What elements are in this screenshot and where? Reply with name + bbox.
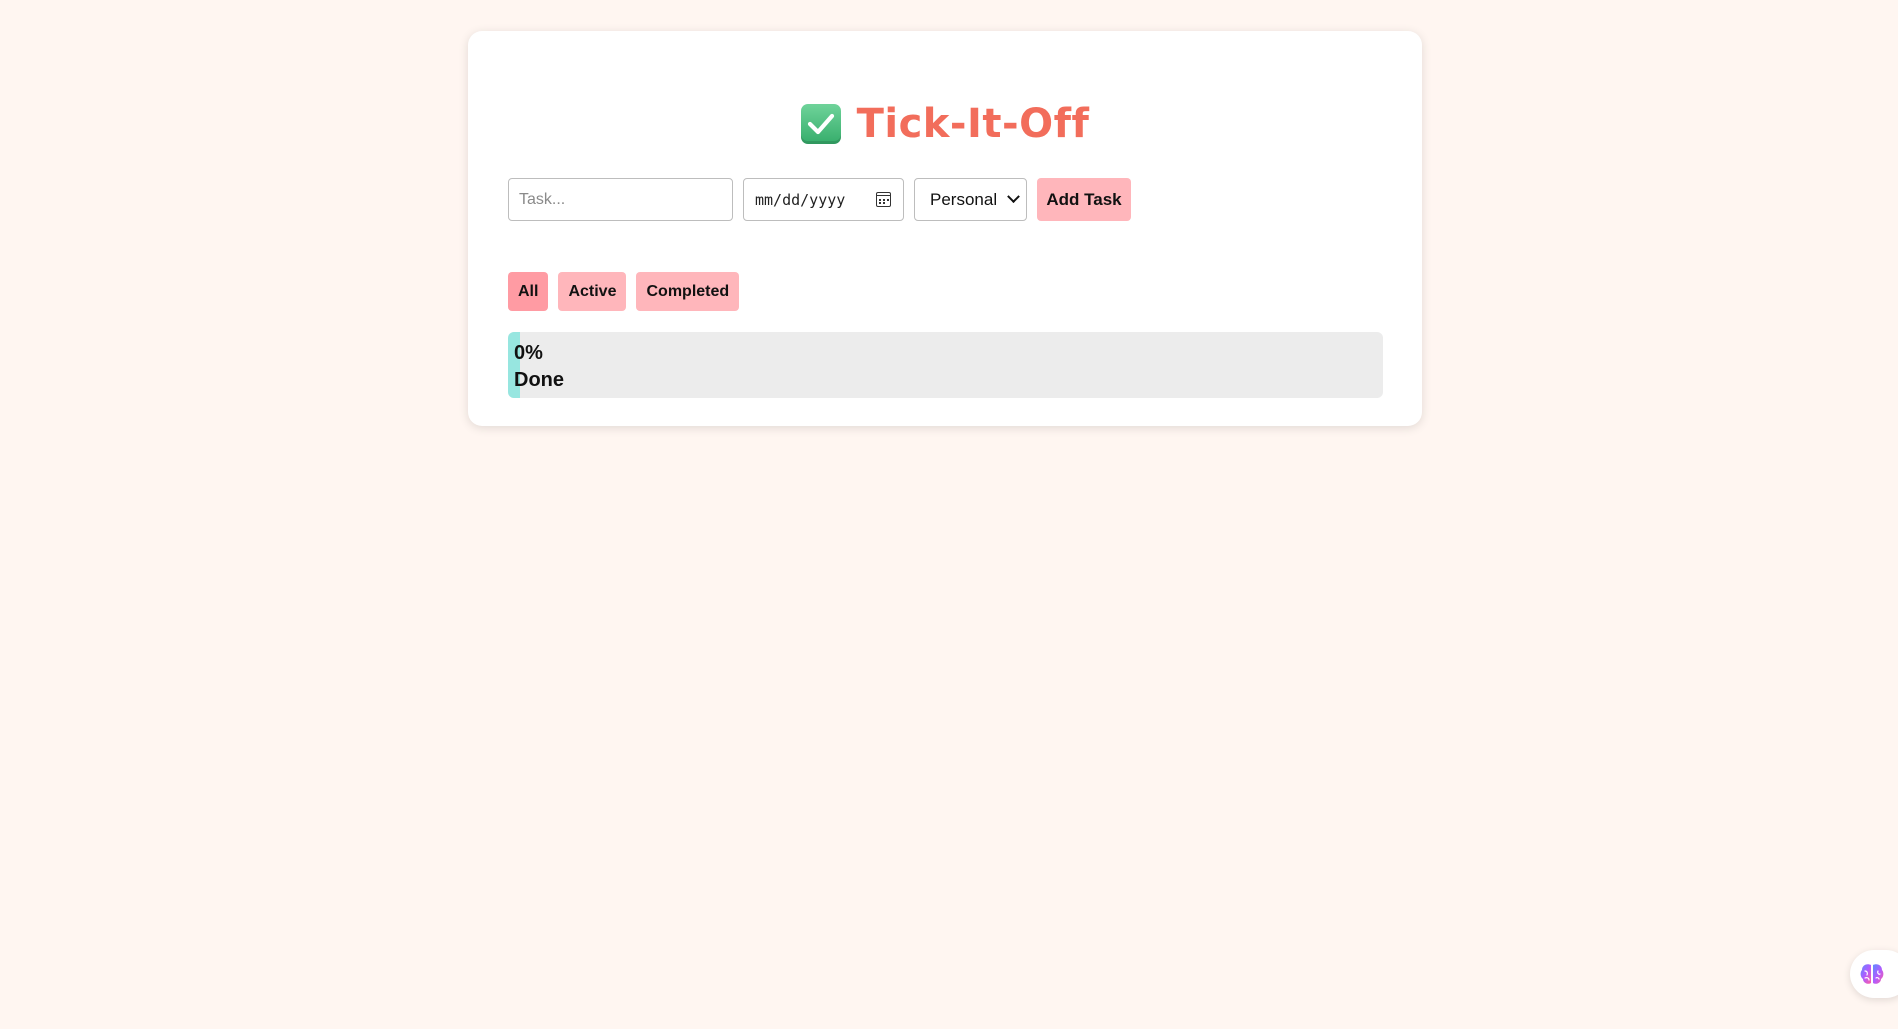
todo-card: Tick-It-Off mm/dd/yyyy Personal Add Task…	[468, 31, 1422, 426]
add-task-button[interactable]: Add Task	[1037, 178, 1131, 221]
progress-bar: 0% Done	[508, 332, 1383, 398]
check-box-icon	[800, 104, 841, 144]
date-placeholder: mm/dd/yyyy	[755, 190, 846, 209]
progress-label: 0% Done	[514, 340, 564, 394]
chevron-down-icon	[1007, 190, 1020, 204]
category-select[interactable]: Personal	[914, 178, 1027, 221]
filter-completed-button[interactable]: Completed	[636, 272, 740, 311]
due-date-field[interactable]: mm/dd/yyyy	[743, 178, 904, 221]
filter-active-button[interactable]: Active	[558, 272, 627, 311]
app-title: Tick-It-Off	[856, 101, 1090, 147]
progress-done-text: Done	[514, 369, 564, 391]
calendar-icon[interactable]	[876, 192, 891, 207]
filter-bar: All Active Completed	[508, 272, 740, 311]
task-form: mm/dd/yyyy Personal Add Task	[508, 178, 1131, 221]
brain-icon	[1860, 964, 1884, 984]
filter-all-button[interactable]: All	[508, 272, 549, 311]
category-selected-value: Personal	[930, 189, 998, 209]
progress-percent: 0%	[514, 342, 543, 364]
app-header: Tick-It-Off	[468, 101, 1422, 147]
task-input[interactable]	[508, 178, 733, 221]
assistant-fab[interactable]	[1850, 950, 1898, 998]
